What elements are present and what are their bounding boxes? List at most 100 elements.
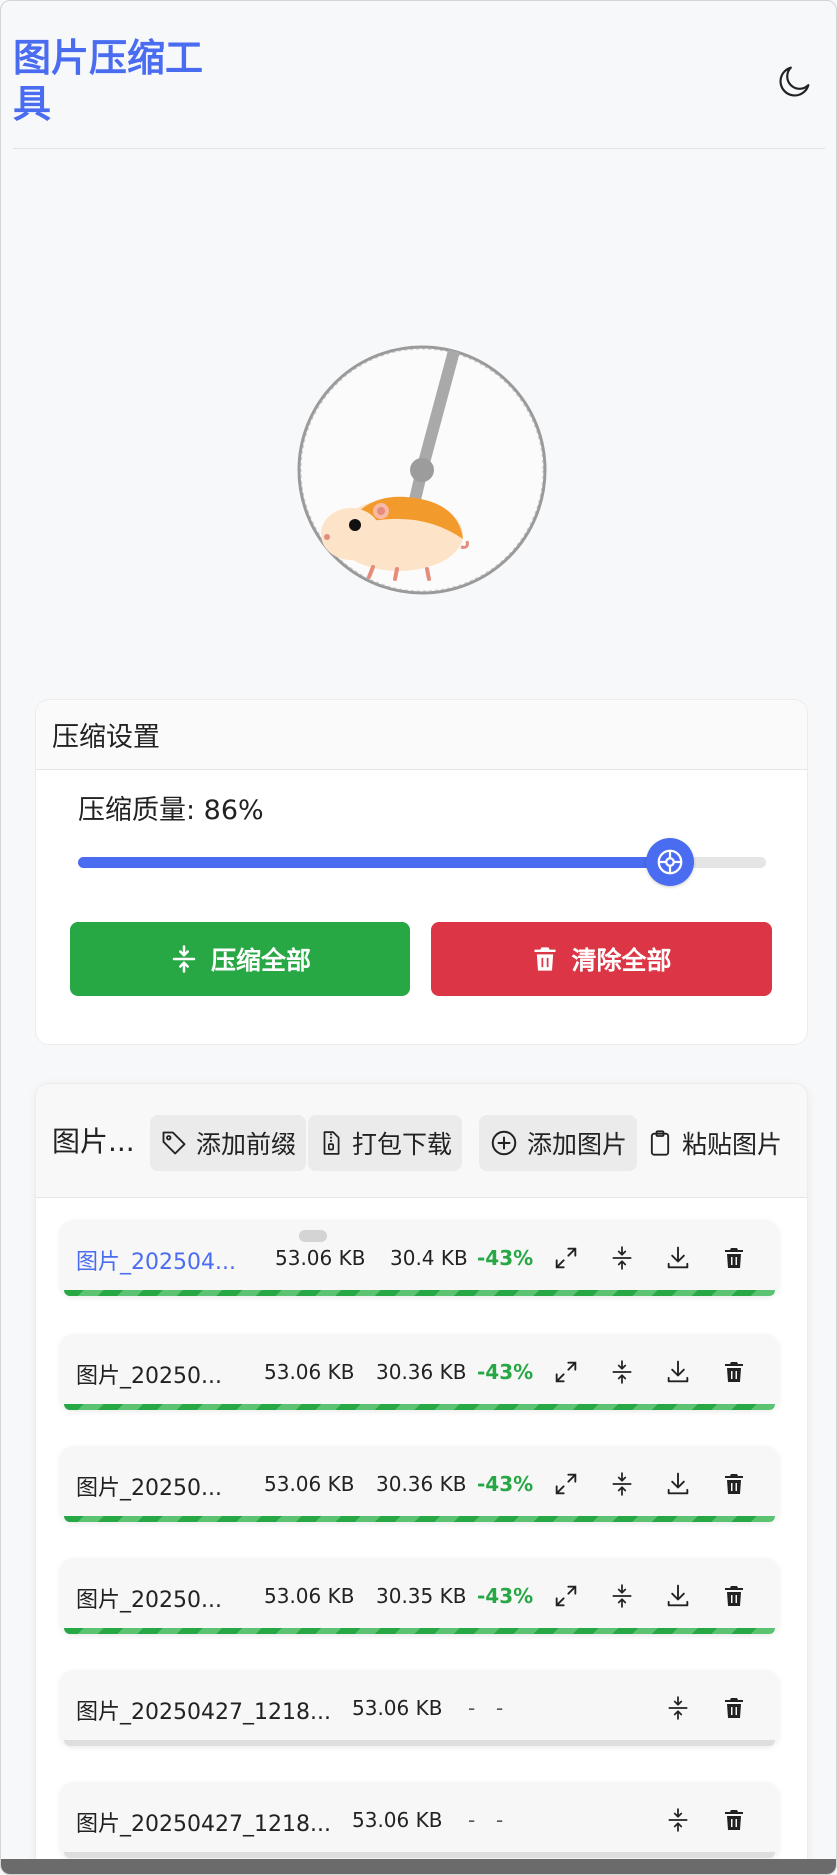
theme-toggle-button[interactable] <box>771 57 819 105</box>
compress-icon <box>609 1244 635 1272</box>
moon-icon <box>779 66 810 97</box>
download-button[interactable] <box>660 1466 696 1502</box>
add-prefix-button[interactable]: 添加前缀 <box>150 1115 307 1171</box>
download-button[interactable] <box>660 1578 696 1614</box>
compress-icon <box>609 1358 635 1386</box>
size-reduction: -43% <box>477 1472 534 1496</box>
compress-button[interactable] <box>604 1578 640 1614</box>
file-name[interactable]: 图片_20250427_1218... <box>76 1806 331 1838</box>
delete-button[interactable] <box>716 1466 752 1502</box>
compressed-size: 30.4 KB <box>390 1246 468 1270</box>
expand-icon <box>552 1582 580 1610</box>
compress-button[interactable] <box>604 1240 640 1276</box>
expand-preview-button[interactable] <box>548 1466 584 1502</box>
download-icon <box>664 1470 692 1498</box>
compress-button[interactable] <box>604 1354 640 1390</box>
settings-heading: 压缩设置 <box>36 700 807 770</box>
progress-bar <box>64 1852 775 1858</box>
app-header: 图片压缩工具 <box>13 1 825 149</box>
size-reduction: -43% <box>477 1246 534 1270</box>
trash-icon <box>722 1583 746 1609</box>
plus-circle-icon <box>491 1130 517 1156</box>
progress-bar <box>64 1740 775 1746</box>
expand-icon <box>552 1244 580 1272</box>
image-row: 图片_202504... 53.06 KB 30.4 KB -43% <box>60 1220 779 1296</box>
clear-all-label: 清除全部 <box>571 946 672 975</box>
progress-bar <box>64 1290 775 1296</box>
tag-icon <box>162 1131 186 1155</box>
image-row: 图片_20250... 53.06 KB 30.36 KB -43% <box>60 1334 779 1410</box>
original-size: 53.06 KB <box>264 1360 355 1384</box>
compress-icon <box>665 1694 691 1722</box>
file-name[interactable]: 图片_20250427_1218... <box>76 1694 331 1726</box>
compressed-size: 30.35 KB <box>376 1584 467 1608</box>
compressed-size: - <box>468 1808 476 1832</box>
quality-slider-thumb[interactable] <box>645 838 694 886</box>
size-reduction: -43% <box>477 1360 534 1384</box>
compress-button[interactable] <box>660 1690 696 1726</box>
drag-handle[interactable] <box>299 1230 327 1242</box>
original-size: 53.06 KB <box>264 1472 355 1496</box>
image-list-card: 图片... 添加前缀 打包下载 添加图片 粘贴图片 图片_202504... 5… <box>35 1083 808 1874</box>
compress-icon <box>609 1470 635 1498</box>
trash-icon <box>534 947 556 971</box>
image-row: 图片_20250427_1218... 53.06 KB - - <box>60 1782 779 1858</box>
image-row: 图片_20250427_1218... 53.06 KB - - <box>60 1670 779 1746</box>
compressed-size: - <box>468 1696 476 1720</box>
app-window: 图片压缩工具 压缩设置 压缩质量: 86% 压缩全部 清除全部 图片... 添加… <box>0 0 837 1875</box>
expand-icon <box>552 1470 580 1498</box>
download-icon <box>664 1244 692 1272</box>
expand-preview-button[interactable] <box>548 1240 584 1276</box>
download-button[interactable] <box>660 1240 696 1276</box>
file-name[interactable]: 图片_20250... <box>76 1470 222 1502</box>
delete-button[interactable] <box>716 1240 752 1276</box>
download-button[interactable] <box>660 1354 696 1390</box>
add-image-button[interactable]: 添加图片 <box>479 1115 638 1171</box>
compression-settings-card: 压缩设置 压缩质量: 86% 压缩全部 清除全部 <box>35 699 808 1045</box>
add-image-label: 添加图片 <box>527 1130 628 1159</box>
file-name[interactable]: 图片_202504... <box>76 1244 236 1276</box>
compress-icon <box>172 945 196 973</box>
compress-button[interactable] <box>604 1466 640 1502</box>
original-size: 53.06 KB <box>352 1808 443 1832</box>
image-row: 图片_20250... 53.06 KB 30.35 KB -43% <box>60 1558 779 1634</box>
app-title: 图片压缩工具 <box>13 36 204 126</box>
pack-download-label: 打包下载 <box>352 1130 453 1159</box>
expand-icon <box>552 1358 580 1386</box>
paste-image-button[interactable]: 粘贴图片 <box>636 1115 792 1171</box>
quality-label: 压缩质量: 86% <box>78 795 264 826</box>
expand-preview-button[interactable] <box>548 1578 584 1614</box>
delete-button[interactable] <box>716 1802 752 1838</box>
progress-bar <box>64 1516 775 1522</box>
size-reduction: - <box>496 1696 504 1720</box>
quality-slider[interactable] <box>78 838 766 886</box>
image-row: 图片_20250... 53.06 KB 30.36 KB -43% <box>60 1446 779 1522</box>
delete-button[interactable] <box>716 1354 752 1390</box>
file-name[interactable]: 图片_20250... <box>76 1582 222 1614</box>
compressed-size: 30.36 KB <box>376 1472 467 1496</box>
image-list-title: 图片... <box>52 1125 135 1158</box>
compress-icon <box>665 1806 691 1834</box>
pack-download-button[interactable]: 打包下载 <box>308 1115 463 1171</box>
compress-button[interactable] <box>660 1802 696 1838</box>
size-reduction: -43% <box>477 1584 534 1608</box>
window-bottom-edge <box>1 1859 836 1874</box>
paste-image-label: 粘贴图片 <box>682 1130 783 1159</box>
trash-icon <box>722 1695 746 1721</box>
wheel-icon <box>657 849 683 875</box>
compress-all-button[interactable]: 压缩全部 <box>70 922 410 996</box>
compressed-size: 30.36 KB <box>376 1360 467 1384</box>
delete-button[interactable] <box>716 1690 752 1726</box>
file-name[interactable]: 图片_20250... <box>76 1358 222 1390</box>
trash-icon <box>722 1359 746 1385</box>
delete-button[interactable] <box>716 1578 752 1614</box>
compress-icon <box>609 1582 635 1610</box>
zip-file-icon <box>323 1131 340 1155</box>
clear-all-button[interactable]: 清除全部 <box>431 922 772 996</box>
original-size: 53.06 KB <box>352 1696 443 1720</box>
trash-icon <box>722 1807 746 1833</box>
download-icon <box>664 1358 692 1386</box>
clipboard-icon <box>650 1130 670 1156</box>
expand-preview-button[interactable] <box>548 1354 584 1390</box>
original-size: 53.06 KB <box>275 1246 366 1270</box>
